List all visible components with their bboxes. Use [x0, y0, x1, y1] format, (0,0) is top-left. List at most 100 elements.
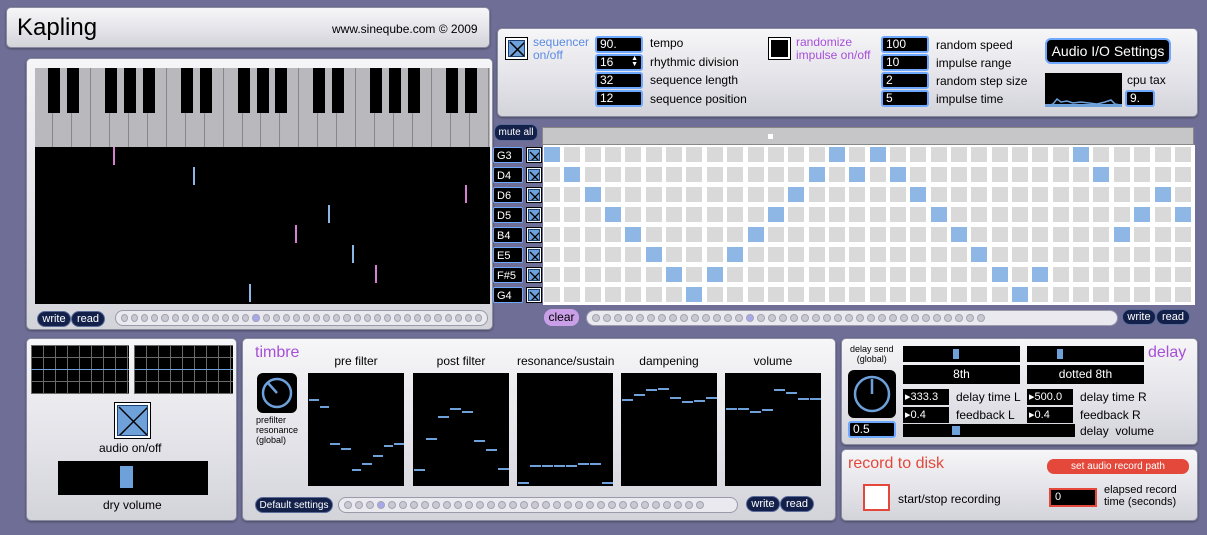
- grid-cell[interactable]: [644, 146, 663, 163]
- impulse-range-number[interactable]: 10: [881, 54, 929, 71]
- grid-cell[interactable]: [990, 146, 1009, 163]
- grid-cell[interactable]: [1112, 206, 1131, 223]
- grid-cell[interactable]: [1011, 246, 1030, 263]
- preset-slot[interactable]: [944, 314, 952, 322]
- grid-cell[interactable]: [1031, 186, 1050, 203]
- black-key[interactable]: [123, 68, 136, 113]
- grid-cell[interactable]: [1133, 166, 1152, 183]
- row-mute-toggle[interactable]: [526, 147, 542, 163]
- grid-cell[interactable]: [970, 146, 989, 163]
- black-key[interactable]: [389, 68, 402, 113]
- grid-cell[interactable]: [1112, 186, 1131, 203]
- preset-slot[interactable]: [674, 501, 682, 509]
- preset-slot[interactable]: [373, 314, 381, 322]
- grid-cell[interactable]: [563, 206, 582, 223]
- preset-slot[interactable]: [343, 314, 351, 322]
- grid-cell[interactable]: [848, 206, 867, 223]
- grid-cell[interactable]: [848, 226, 867, 243]
- grid-cell[interactable]: [1031, 146, 1050, 163]
- preset-slot[interactable]: [619, 501, 627, 509]
- grid-cell[interactable]: [1051, 266, 1070, 283]
- row-mute-toggle[interactable]: [526, 207, 542, 223]
- grid-cell[interactable]: [705, 166, 724, 183]
- grid-cell[interactable]: [766, 166, 785, 183]
- grid-cell[interactable]: [604, 206, 623, 223]
- grid-cell[interactable]: [827, 166, 846, 183]
- preset-slot[interactable]: [355, 501, 363, 509]
- dry-volume-slider[interactable]: [58, 461, 208, 495]
- preset-slot[interactable]: [363, 314, 371, 322]
- grid-cell[interactable]: [583, 246, 602, 263]
- grid-cell[interactable]: [1011, 166, 1030, 183]
- preset-slot[interactable]: [383, 314, 391, 322]
- delay-division-L-slider[interactable]: [903, 346, 1020, 362]
- grid-cell[interactable]: [1051, 286, 1070, 303]
- grid-cell[interactable]: [746, 206, 765, 223]
- timbre-preset-row[interactable]: [338, 497, 738, 513]
- grid-cell[interactable]: [563, 166, 582, 183]
- grid-cell[interactable]: [787, 246, 806, 263]
- grid-cell[interactable]: [624, 206, 643, 223]
- preset-slot[interactable]: [272, 314, 280, 322]
- black-key[interactable]: [237, 68, 250, 113]
- grid-cell[interactable]: [929, 186, 948, 203]
- grid-cell[interactable]: [1051, 246, 1070, 263]
- grid-cell[interactable]: [807, 286, 826, 303]
- note-label[interactable]: F#5: [493, 267, 523, 283]
- grid-cell[interactable]: [1011, 146, 1030, 163]
- grid-cell[interactable]: [583, 226, 602, 243]
- grid-cell[interactable]: [665, 246, 684, 263]
- grid-cell[interactable]: [624, 266, 643, 283]
- preset-slot[interactable]: [685, 501, 693, 509]
- grid-cell[interactable]: [888, 146, 907, 163]
- preset-slot[interactable]: [151, 314, 159, 322]
- grid-cell[interactable]: [1092, 186, 1111, 203]
- preset-slot[interactable]: [696, 501, 704, 509]
- grid-cell[interactable]: [970, 286, 989, 303]
- grid-cell[interactable]: [990, 286, 1009, 303]
- preset-slot[interactable]: [211, 314, 220, 322]
- grid-cell[interactable]: [1011, 226, 1030, 243]
- grid-cell[interactable]: [868, 246, 887, 263]
- grid-cell[interactable]: [787, 226, 806, 243]
- grid-cell[interactable]: [726, 186, 745, 203]
- preset-slot[interactable]: [465, 501, 473, 509]
- preset-slot[interactable]: [702, 314, 710, 322]
- grid-cell[interactable]: [1072, 266, 1091, 283]
- grid-cell[interactable]: [726, 266, 745, 283]
- grid-cell[interactable]: [746, 286, 765, 303]
- grid-cell[interactable]: [888, 246, 907, 263]
- random-step-size-number[interactable]: 2: [881, 72, 929, 89]
- grid-cell[interactable]: [787, 286, 806, 303]
- grid-cell[interactable]: [1173, 186, 1192, 203]
- grid-cell[interactable]: [1153, 206, 1172, 223]
- grid-cell[interactable]: [888, 286, 907, 303]
- grid-cell[interactable]: [644, 286, 663, 303]
- preset-slot[interactable]: [232, 314, 240, 322]
- grid-cell[interactable]: [705, 146, 724, 163]
- grid-cell[interactable]: [1092, 286, 1111, 303]
- preset-slot[interactable]: [669, 314, 677, 322]
- grid-cell[interactable]: [726, 166, 745, 183]
- note-label[interactable]: D4: [493, 167, 523, 183]
- preset-slot[interactable]: [652, 501, 660, 509]
- preset-slot[interactable]: [181, 314, 189, 322]
- grid-cell[interactable]: [543, 146, 561, 163]
- grid-cell[interactable]: [1112, 226, 1131, 243]
- preset-slot[interactable]: [498, 501, 506, 509]
- grid-cell[interactable]: [787, 146, 806, 163]
- grid-cell[interactable]: [970, 186, 989, 203]
- black-key[interactable]: [142, 68, 155, 113]
- preset-slot[interactable]: [404, 314, 412, 322]
- black-key[interactable]: [47, 68, 60, 113]
- grid-cell[interactable]: [705, 246, 724, 263]
- preset-slot[interactable]: [625, 314, 633, 322]
- dry-volume-handle[interactable]: [119, 466, 133, 488]
- preset-slot[interactable]: [746, 314, 754, 322]
- row-mute-toggle[interactable]: [526, 247, 542, 263]
- grid-cell[interactable]: [766, 206, 785, 223]
- keyboard-preset-row[interactable]: [115, 310, 488, 326]
- black-key[interactable]: [313, 68, 326, 113]
- grid-cell[interactable]: [583, 146, 602, 163]
- grid-cell[interactable]: [665, 206, 684, 223]
